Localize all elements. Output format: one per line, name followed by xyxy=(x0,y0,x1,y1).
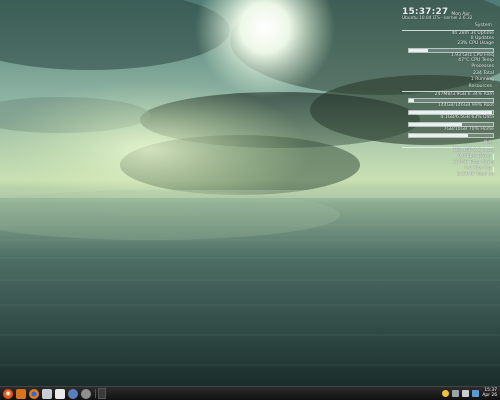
ram-usage-bar xyxy=(408,98,494,104)
conky-row: 114MB Total down xyxy=(452,159,494,165)
system-tray: 15:37 Apr 26 xyxy=(442,388,500,398)
conky-row: 144GB/146GB 99% Root xyxy=(437,103,494,109)
cpu-usage-bar xyxy=(408,48,494,54)
conky-row: 1 Running xyxy=(470,76,494,82)
cpu-usage-bar-fill xyxy=(409,49,429,53)
conky-system-title: System xyxy=(474,23,492,29)
conky-net-section: Net 192.168.2.2 Local 0.0 Kb/s Down 114M… xyxy=(402,141,494,178)
ubuntu-menu-icon[interactable]: ◉ xyxy=(3,388,13,399)
conky-row: 5.03MB Total up xyxy=(457,172,494,178)
firefox-icon[interactable] xyxy=(29,388,39,399)
data-usage-bar-fill xyxy=(409,122,462,126)
tray-clock-date: Apr 26 xyxy=(482,392,497,398)
conky-os-info: Ubuntu 10.04 LTS - kernel 2.6.32 xyxy=(402,16,473,21)
conky-row: 23% CPU Usage xyxy=(457,41,494,47)
root-usage-bar-fill xyxy=(409,111,493,114)
document-icon[interactable] xyxy=(55,388,65,399)
volume-icon[interactable] xyxy=(462,390,470,397)
settings-icon[interactable] xyxy=(81,388,91,399)
conky-system-section: System 4h 28m 3s Uptime 0 Updates 23% CP… xyxy=(402,24,494,69)
conky-processes-section: 234 Total 1 Running xyxy=(402,72,494,82)
taskbar-window-button[interactable] xyxy=(98,388,106,399)
conky-row: 0.0 Kb/s Down xyxy=(457,153,491,159)
home-usage-bar xyxy=(408,133,494,139)
mail-icon[interactable] xyxy=(42,388,52,399)
chat-icon[interactable] xyxy=(68,388,78,399)
tray-clock[interactable]: 15:37 Apr 26 xyxy=(482,388,497,398)
home-usage-bar-fill xyxy=(409,134,468,138)
battery-icon[interactable] xyxy=(472,390,480,397)
conky-row: 247MB/3.9GB 6.34% Ram xyxy=(434,91,494,97)
conky-row: 192.168.2.2 Local xyxy=(452,147,494,153)
data-usage-bar xyxy=(408,121,494,127)
taskbar-separator xyxy=(95,389,96,398)
conky-row: 7GB/10GB 70% Home xyxy=(443,126,494,132)
ram-usage-bar-fill xyxy=(409,99,415,103)
network-icon[interactable] xyxy=(452,390,460,397)
taskbar: ◉ 15:37 Apr 26 xyxy=(0,386,500,400)
conky-resources-title: Resources xyxy=(468,84,492,90)
folder-icon[interactable] xyxy=(16,388,26,399)
root-usage-bar xyxy=(408,110,494,115)
conky-resources-section: Resources 247MB/3.9GB 6.34% Ram 144GB/14… xyxy=(402,84,494,139)
conky-row: Processes xyxy=(471,63,494,69)
conky-system-monitor: 15:37:27 Mon Apr Ubuntu 10.04 LTS - kern… xyxy=(402,8,494,178)
conky-row: 4.1GB/6.5GB 63% Data xyxy=(440,115,494,120)
desktop: 15:37:27 Mon Apr Ubuntu 10.04 LTS - kern… xyxy=(0,0,500,400)
conky-net-title: Net xyxy=(483,140,492,146)
weather-icon[interactable] xyxy=(442,390,450,397)
